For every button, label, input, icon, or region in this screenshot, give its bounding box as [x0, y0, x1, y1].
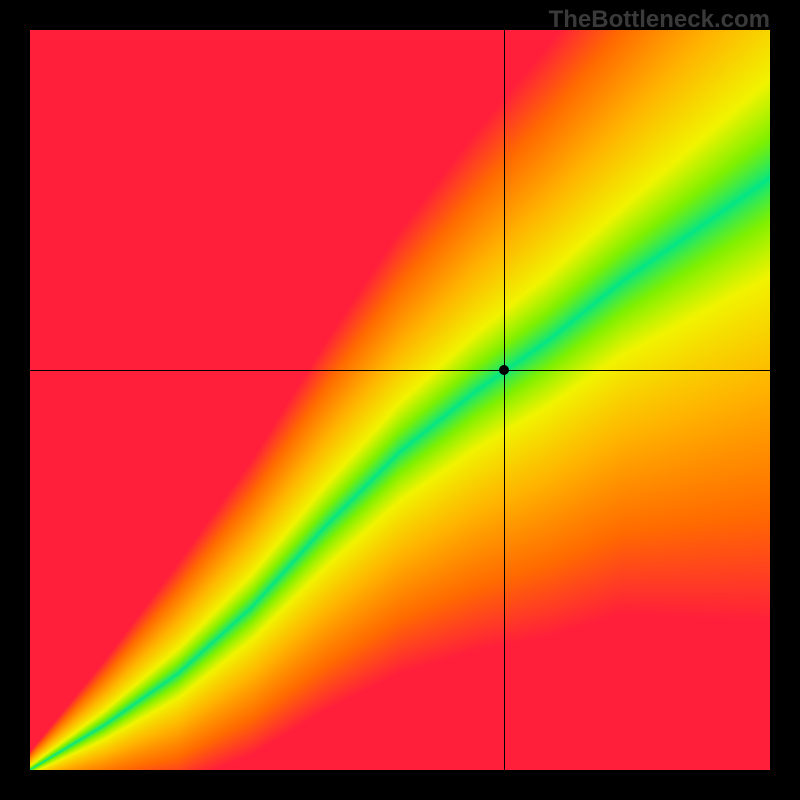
heatmap-canvas	[30, 30, 770, 770]
crosshair-vertical	[504, 30, 505, 770]
marker-point	[499, 365, 509, 375]
plot-area	[30, 30, 770, 770]
crosshair-horizontal	[30, 370, 770, 371]
watermark-text: TheBottleneck.com	[549, 6, 770, 34]
chart-frame: TheBottleneck.com	[0, 0, 800, 800]
